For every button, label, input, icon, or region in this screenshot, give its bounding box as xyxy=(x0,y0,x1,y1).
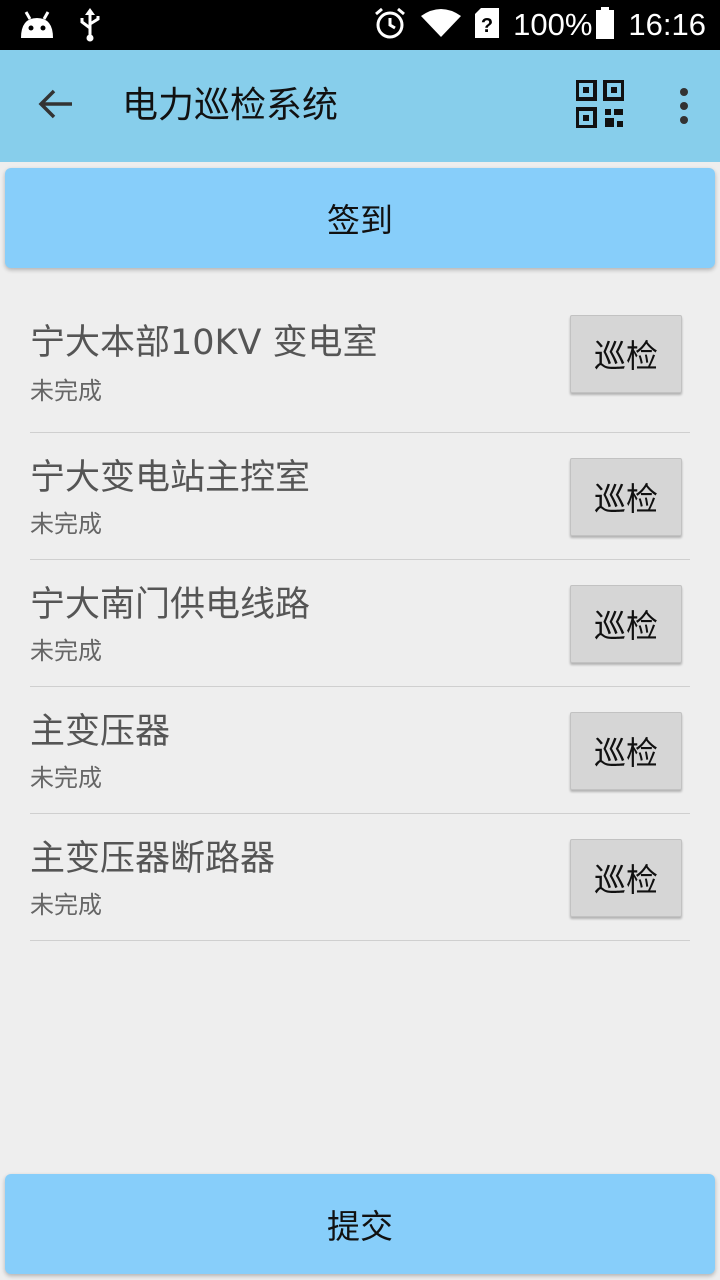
inspection-list: 宁大本部10KV 变电室 未完成 巡检 宁大变电站主控室 未完成 巡检 宁大南门… xyxy=(30,290,690,941)
inspect-button[interactable]: 巡检 xyxy=(570,315,682,393)
sign-in-button[interactable]: 签到 xyxy=(5,168,715,268)
sim-unknown-icon: ? xyxy=(475,8,500,42)
item-name: 宁大南门供电线路 xyxy=(30,585,311,625)
list-item: 宁大南门供电线路 未完成 巡检 xyxy=(30,560,690,687)
item-status: 未完成 xyxy=(30,764,102,792)
item-name: 主变压器断路器 xyxy=(30,839,276,879)
back-arrow-icon xyxy=(38,88,74,124)
item-status: 未完成 xyxy=(30,637,102,665)
inspect-button[interactable]: 巡检 xyxy=(570,585,682,663)
svg-text:?: ? xyxy=(481,15,493,37)
qr-code-icon xyxy=(575,79,625,132)
android-icon xyxy=(18,10,56,44)
wifi-icon xyxy=(421,8,462,42)
item-name: 宁大变电站主控室 xyxy=(30,458,311,498)
overflow-menu-button[interactable] xyxy=(664,80,704,132)
alarm-icon xyxy=(373,6,407,44)
item-status: 未完成 xyxy=(30,377,102,405)
list-item: 主变压器 未完成 巡检 xyxy=(30,687,690,814)
list-item: 宁大本部10KV 变电室 未完成 巡检 xyxy=(30,290,690,433)
more-vert-icon xyxy=(680,88,688,96)
back-button[interactable] xyxy=(28,80,84,132)
inspect-button[interactable]: 巡检 xyxy=(570,712,682,790)
inspect-button[interactable]: 巡检 xyxy=(570,458,682,536)
submit-button[interactable]: 提交 xyxy=(5,1174,715,1274)
battery-percent: 100% xyxy=(513,7,593,42)
qr-scan-button[interactable] xyxy=(575,79,625,129)
page-title: 电力巡检系统 xyxy=(122,85,339,126)
item-status: 未完成 xyxy=(30,891,102,919)
list-item: 宁大变电站主控室 未完成 巡检 xyxy=(30,433,690,560)
item-name: 主变压器 xyxy=(30,712,171,752)
clock: 16:16 xyxy=(628,7,706,42)
app-toolbar: 电力巡检系统 xyxy=(0,50,720,162)
list-item: 主变压器断路器 未完成 巡检 xyxy=(30,814,690,941)
item-status: 未完成 xyxy=(30,510,102,538)
inspect-button[interactable]: 巡检 xyxy=(570,839,682,917)
usb-icon xyxy=(78,8,102,46)
battery-icon xyxy=(596,7,615,43)
item-name: 宁大本部10KV 变电室 xyxy=(30,323,378,363)
status-bar: ? 100% 16:16 xyxy=(0,0,720,50)
